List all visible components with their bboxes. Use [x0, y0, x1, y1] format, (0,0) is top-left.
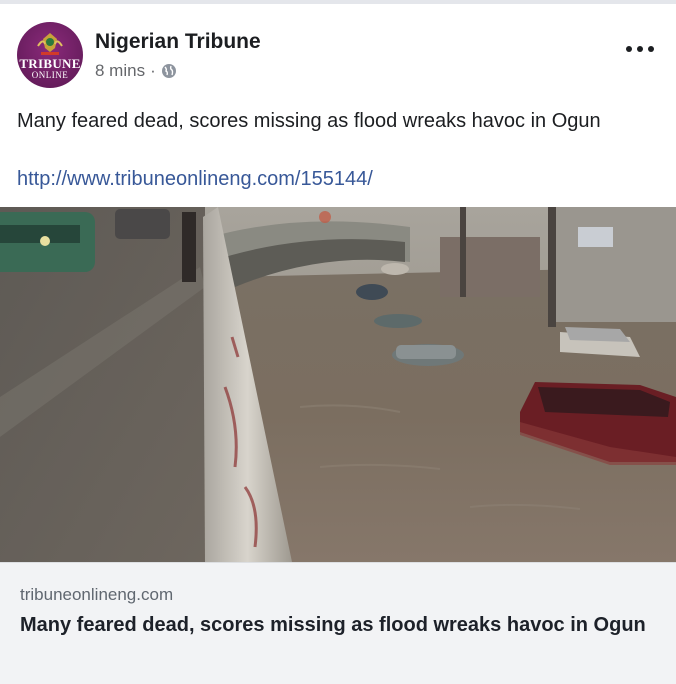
- post-link[interactable]: http://www.tribuneonlineng.com/155144/: [17, 164, 373, 194]
- post-header: TRIBUNE ONLINE Nigerian Tribune 8 mins ·: [0, 4, 676, 96]
- post-timestamp[interactable]: 8 mins: [95, 61, 145, 81]
- link-preview-domain: tribuneonlineng.com: [20, 585, 174, 604]
- crest-icon: [37, 33, 63, 55]
- flood-photo[interactable]: [0, 207, 676, 562]
- page-name[interactable]: Nigerian Tribune: [95, 30, 261, 54]
- page-avatar[interactable]: TRIBUNE ONLINE: [17, 22, 83, 88]
- avatar-logo-line2: ONLINE: [31, 70, 69, 80]
- post-text: Many feared dead, scores missing as floo…: [17, 110, 601, 132]
- more-dot: [626, 46, 632, 52]
- more-dot: [648, 46, 654, 52]
- post-meta: 8 mins ·: [95, 61, 177, 81]
- flood-photo-graphic: [0, 207, 676, 562]
- more-options-button[interactable]: [620, 34, 660, 64]
- more-dot: [637, 46, 643, 52]
- meta-separator: ·: [150, 61, 156, 80]
- link-preview-title[interactable]: Many feared dead, scores missing as floo…: [20, 611, 656, 640]
- link-preview-card[interactable]: tribuneonlineng.com Many feared dead, sc…: [0, 562, 676, 684]
- globe-icon: [161, 64, 176, 78]
